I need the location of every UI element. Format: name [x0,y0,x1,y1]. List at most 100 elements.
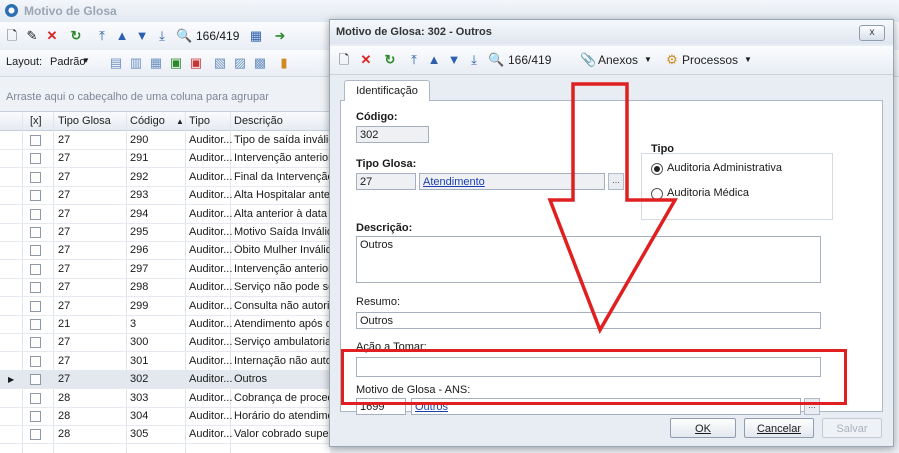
chevron-down-icon: ▼ [744,55,752,64]
table-row[interactable]: 28 304 Auditor... Horário do atendimen [0,407,330,426]
table-row[interactable]: 27 291 Auditor... Intervenção anterior [0,149,330,169]
row-checkbox[interactable] [30,171,41,183]
row-checkbox[interactable] [30,227,41,238]
annotation-highlight-box [341,349,847,405]
edit-icon[interactable]: ✎ [24,28,40,44]
column-header-codigo[interactable]: Código [130,115,165,127]
table-row[interactable]: 27 299 Auditor...Consulta não autoriza [0,297,330,316]
cancel-button[interactable]: Cancelar [744,418,814,438]
radio-label-administrativa: Auditoria Administrativa [667,162,782,174]
close-button[interactable]: x [859,25,885,41]
remove-layout-icon[interactable]: ▣ [188,55,204,71]
previous-record-icon[interactable]: ▲ [114,28,130,44]
table-row[interactable]: 28 303 Auditor... Cobrança de procedir [0,389,330,408]
refresh-icon[interactable]: ↻ [68,28,84,44]
cell-tipo-glosa: 28 [58,391,71,404]
grid-layout-icon[interactable]: ▤ [108,55,124,71]
table-row[interactable]: 27 292 Auditor... Final da Intervenção [0,168,330,187]
table-row[interactable]: 28 305 Auditor...Valor cobrado superio [0,425,330,445]
table-row[interactable]: 27 297 Auditor... Intervenção anterior [0,260,330,279]
table-row[interactable]: 27 293 Auditor... Alta Hospitalar anteri [0,186,330,206]
next-record-icon[interactable]: ▼ [446,52,462,68]
delete-icon[interactable]: ✕ [44,28,60,44]
calendar-icon[interactable]: ▦ [248,28,264,44]
grid-layout-icon-3[interactable]: ▦ [148,55,164,71]
tipo-glosa-code-field[interactable]: 27 [356,173,416,190]
table-row[interactable]: 27 295 Auditor... Motivo Saída Inválido [0,223,330,242]
cell-descricao: Alta Hospitalar anteri [234,189,330,202]
cell-codigo: 292 [130,170,149,183]
group-by-hint[interactable]: Arraste aqui o cabeçalho de uma coluna p… [0,86,330,108]
row-checkbox[interactable] [30,392,41,404]
cell-tipo-glosa: 27 [58,226,71,238]
cell-descricao: Atendimento após de [234,318,330,330]
filter-icon[interactable]: ▨ [232,55,248,71]
cell-tipo-glosa: 21 [58,318,71,330]
row-checkbox[interactable] [30,300,41,312]
table-row[interactable]: 27 296 Auditor... Óbito Mulher Inválido [0,241,330,261]
record-counter: 166/419 [196,29,240,43]
cell-codigo: 299 [130,299,149,312]
column-header-check[interactable]: [x] [30,115,42,127]
column-header-descricao[interactable]: Descrição [234,115,283,127]
save-button[interactable]: Salvar [822,418,882,438]
row-checkbox[interactable] [30,208,41,220]
row-checkbox[interactable] [30,135,41,146]
cell-descricao: Intervenção anterior [234,262,330,275]
table-row[interactable]: 27 294 Auditor... Alta anterior à data d [0,205,330,224]
column-header-tipo[interactable]: Tipo [189,115,210,127]
table-row[interactable]: 21 3 Auditor... Atendimento após de [0,315,330,334]
find-icon[interactable]: 🔍 [176,28,192,44]
row-checkbox[interactable] [30,153,41,165]
chart-icon[interactable]: ▮ [276,55,292,71]
layout-dropdown[interactable]: Padrão [50,56,85,68]
tab-identificacao[interactable]: Identificação [344,80,430,101]
attachment-icon: 📎 [580,52,597,67]
find-icon[interactable]: 🔍 [488,52,504,68]
row-checkbox[interactable] [30,282,41,294]
cell-codigo: 294 [130,207,149,220]
tipo-glosa-link[interactable]: Atendimento [423,176,485,188]
refresh-icon[interactable]: ↻ [382,52,398,68]
previous-record-icon[interactable]: ▲ [426,52,442,68]
row-checkbox[interactable] [30,337,41,349]
first-record-icon[interactable]: ⤒ [406,52,422,68]
cell-descricao: Valor cobrado superio [234,428,330,441]
anexos-menu[interactable]: Anexos [598,53,638,67]
delete-icon[interactable]: ✕ [358,52,374,68]
row-checkbox[interactable] [30,190,41,202]
row-checkbox[interactable] [30,429,41,441]
codigo-field[interactable]: 302 [356,126,429,143]
table-row[interactable]: 27 290 Auditor... Tipo de saída inválid [0,131,330,150]
dialog-titlebar: Motivo de Glosa: 302 - Outros x [330,20,893,44]
row-checkbox[interactable] [30,319,41,330]
new-document-icon[interactable]: 🗋 [336,52,352,68]
last-record-icon[interactable]: ⤓ [154,28,170,44]
table-row[interactable]: ▶ 27 302 Auditor... Outros [0,370,330,390]
row-checkbox[interactable] [30,355,41,367]
last-record-icon[interactable]: ⤓ [466,52,482,68]
cell-codigo: 296 [130,244,149,257]
export-icon[interactable]: ➜ [272,28,288,44]
column-header-tipo-glosa[interactable]: Tipo Glosa [58,115,111,127]
table-row[interactable]: 27 300 Auditor... Serviço ambulatorial r [0,333,330,353]
row-checkbox[interactable] [30,245,41,257]
save-layout-icon[interactable]: ▣ [168,55,184,71]
cell-descricao: Consulta não autoriza [234,299,330,312]
next-record-icon[interactable]: ▼ [134,28,150,44]
columns-icon[interactable]: ▧ [212,55,228,71]
table-row[interactable]: 27 301 Auditor... Internação não autor [0,352,330,371]
row-checkbox[interactable] [30,263,41,275]
first-record-icon[interactable]: ⤒ [94,28,110,44]
grid-layout-icon-2[interactable]: ▥ [128,55,144,71]
new-document-icon[interactable]: 🗋 [4,28,20,44]
dialog-title: Motivo de Glosa: 302 - Outros [336,26,492,38]
processos-menu[interactable]: Processos [682,53,738,67]
row-checkbox[interactable] [30,411,41,422]
codigo-label: Código: [356,111,398,123]
row-checkbox[interactable] [30,374,41,386]
table-row[interactable]: 27 298 Auditor... Serviço não pode ser [0,278,330,298]
cancel-button-label: Cancelar [756,423,802,435]
print-icon[interactable]: ▩ [252,55,268,71]
ok-button[interactable]: OK [670,418,736,438]
